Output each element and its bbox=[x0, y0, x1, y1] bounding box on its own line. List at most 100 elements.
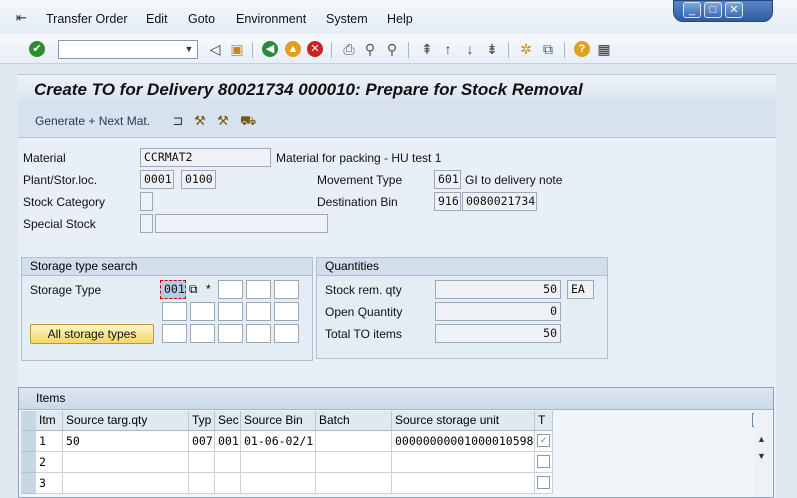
pallet-icon[interactable]: ⚒ bbox=[192, 113, 208, 129]
toolbar-separator bbox=[564, 42, 565, 58]
cell-source-targ-qty[interactable]: 50 bbox=[63, 431, 189, 452]
command-field[interactable]: ▼ bbox=[58, 40, 198, 59]
cell-sec[interactable] bbox=[215, 452, 241, 473]
plant-storloc-label: Plant/Stor.loc. bbox=[23, 173, 98, 187]
storage-type-input-5[interactable] bbox=[274, 280, 299, 299]
t-checkbox[interactable] bbox=[537, 455, 550, 468]
back-icon[interactable]: ◀ bbox=[262, 41, 278, 57]
cell-batch[interactable] bbox=[316, 473, 392, 494]
generate-next-mat-button[interactable]: Generate + Next Mat. bbox=[35, 114, 150, 128]
collapse-icon[interactable]: ◁ bbox=[207, 41, 223, 57]
cell-source-bin[interactable] bbox=[241, 473, 316, 494]
cell-sec[interactable] bbox=[215, 473, 241, 494]
cell-source-targ-qty[interactable] bbox=[63, 452, 189, 473]
cell-typ[interactable] bbox=[189, 473, 215, 494]
storage-type-input-10[interactable] bbox=[274, 302, 299, 321]
close-icon[interactable]: ✕ bbox=[725, 2, 743, 18]
storage-type-input-4[interactable] bbox=[246, 280, 271, 299]
storage-type-input-3[interactable] bbox=[218, 280, 243, 299]
storage-type-input-6[interactable] bbox=[162, 302, 187, 321]
cell-source-bin[interactable]: 01-06-02/1 bbox=[241, 431, 316, 452]
storage-type-input-11[interactable] bbox=[162, 324, 187, 343]
enter-icon[interactable]: ✔ bbox=[29, 41, 45, 57]
first-page-icon[interactable]: ⇞ bbox=[419, 41, 435, 57]
items-table: Items Itm Source targ.qty Typ Sec Source… bbox=[18, 387, 774, 498]
vertical-scrollbar[interactable]: ▲ ▼ bbox=[754, 411, 772, 497]
t-checkbox[interactable]: ✓ bbox=[537, 434, 550, 447]
open-quantity-field: 0 bbox=[435, 302, 561, 321]
storage-type-input-1[interactable]: 001 bbox=[160, 280, 186, 299]
minimize-icon[interactable]: _ bbox=[683, 2, 701, 18]
stock-overview-icon[interactable]: ⛟ bbox=[240, 113, 256, 129]
cell-itm: 3 bbox=[36, 473, 63, 494]
restore-icon[interactable]: □ bbox=[704, 2, 722, 18]
help-icon[interactable]: ? bbox=[574, 41, 590, 57]
create-session-icon[interactable]: ✲ bbox=[518, 41, 534, 57]
t-checkbox[interactable] bbox=[537, 476, 550, 489]
select-all-header[interactable] bbox=[21, 411, 36, 431]
storage-type-input-15[interactable] bbox=[274, 324, 299, 343]
storage-type-input-14[interactable] bbox=[246, 324, 271, 343]
menu-icon[interactable]: ⇤ bbox=[16, 11, 32, 25]
column-t[interactable]: T bbox=[535, 411, 553, 431]
next-page-icon[interactable]: ↓ bbox=[462, 41, 478, 57]
menu-help[interactable]: Help bbox=[387, 12, 413, 26]
previous-page-icon[interactable]: ↑ bbox=[440, 41, 456, 57]
save-icon[interactable]: ▣ bbox=[229, 41, 245, 57]
value-help-icon[interactable]: ⧉ bbox=[189, 282, 198, 297]
row-selector[interactable] bbox=[21, 452, 36, 473]
menu-edit[interactable]: Edit bbox=[146, 12, 168, 26]
material-field: CCRMAT2 bbox=[140, 148, 271, 167]
chevron-down-icon[interactable]: ▼ bbox=[181, 41, 197, 58]
cell-typ[interactable]: 007 bbox=[189, 431, 215, 452]
scroll-down-icon[interactable]: ▼ bbox=[757, 451, 766, 461]
cell-typ[interactable] bbox=[189, 452, 215, 473]
cell-t: ✓ bbox=[535, 431, 553, 452]
cell-source-targ-qty[interactable] bbox=[63, 473, 189, 494]
storage-type-input-12[interactable] bbox=[190, 324, 215, 343]
all-storage-types-button[interactable]: All storage types bbox=[30, 324, 154, 344]
window-controls: _ □ ✕ bbox=[673, 0, 773, 22]
exit-icon[interactable]: ▲ bbox=[285, 41, 301, 57]
storage-type-input-7[interactable] bbox=[190, 302, 215, 321]
storage-type-input-8[interactable] bbox=[218, 302, 243, 321]
cell-source-storage-unit[interactable]: 00000000001000010598 bbox=[392, 431, 535, 452]
cancel-icon[interactable]: ✕ bbox=[307, 41, 323, 57]
cell-sec[interactable]: 001 bbox=[215, 431, 241, 452]
storage-type-input-13[interactable] bbox=[218, 324, 243, 343]
column-source-storage-unit[interactable]: Source storage unit bbox=[392, 411, 535, 431]
menu-system[interactable]: System bbox=[326, 12, 368, 26]
column-typ[interactable]: Typ bbox=[189, 411, 215, 431]
menu-transfer-order[interactable]: Transfer Order bbox=[46, 12, 128, 26]
cell-source-bin[interactable] bbox=[241, 452, 316, 473]
last-page-icon[interactable]: ⇟ bbox=[484, 41, 500, 57]
cell-batch[interactable] bbox=[316, 431, 392, 452]
stock-rem-unit-field: EA bbox=[567, 280, 594, 299]
pallet-list-icon[interactable]: ⚒ bbox=[215, 113, 231, 129]
cell-batch[interactable] bbox=[316, 452, 392, 473]
items-title: Items bbox=[19, 388, 773, 410]
storage-type-search-title: Storage type search bbox=[22, 258, 312, 276]
scroll-up-icon[interactable]: ▲ bbox=[757, 434, 766, 444]
row-selector[interactable] bbox=[21, 473, 36, 494]
shortcut-icon[interactable]: ⧉ bbox=[540, 41, 556, 57]
column-itm[interactable]: Itm bbox=[36, 411, 63, 431]
destination-bin-label: Destination Bin bbox=[317, 195, 398, 209]
column-batch[interactable]: Batch bbox=[316, 411, 392, 431]
cell-source-storage-unit[interactable] bbox=[392, 452, 535, 473]
cell-t bbox=[535, 452, 553, 473]
column-source-targ-qty[interactable]: Source targ.qty bbox=[63, 411, 189, 431]
menu-environment[interactable]: Environment bbox=[236, 12, 306, 26]
layout-menu-icon[interactable]: ▦ bbox=[596, 41, 612, 57]
detail-icon[interactable]: ⊐ bbox=[170, 113, 186, 129]
menu-goto[interactable]: Goto bbox=[188, 12, 215, 26]
column-sec[interactable]: Sec bbox=[215, 411, 241, 431]
print-icon[interactable]: ⎙ bbox=[341, 41, 357, 57]
storage-type-label: Storage Type bbox=[30, 283, 102, 297]
find-next-icon[interactable]: ⚲ bbox=[384, 41, 400, 57]
row-selector[interactable] bbox=[21, 431, 36, 452]
column-source-bin[interactable]: Source Bin bbox=[241, 411, 316, 431]
cell-source-storage-unit[interactable] bbox=[392, 473, 535, 494]
storage-type-input-9[interactable] bbox=[246, 302, 271, 321]
find-icon[interactable]: ⚲ bbox=[362, 41, 378, 57]
